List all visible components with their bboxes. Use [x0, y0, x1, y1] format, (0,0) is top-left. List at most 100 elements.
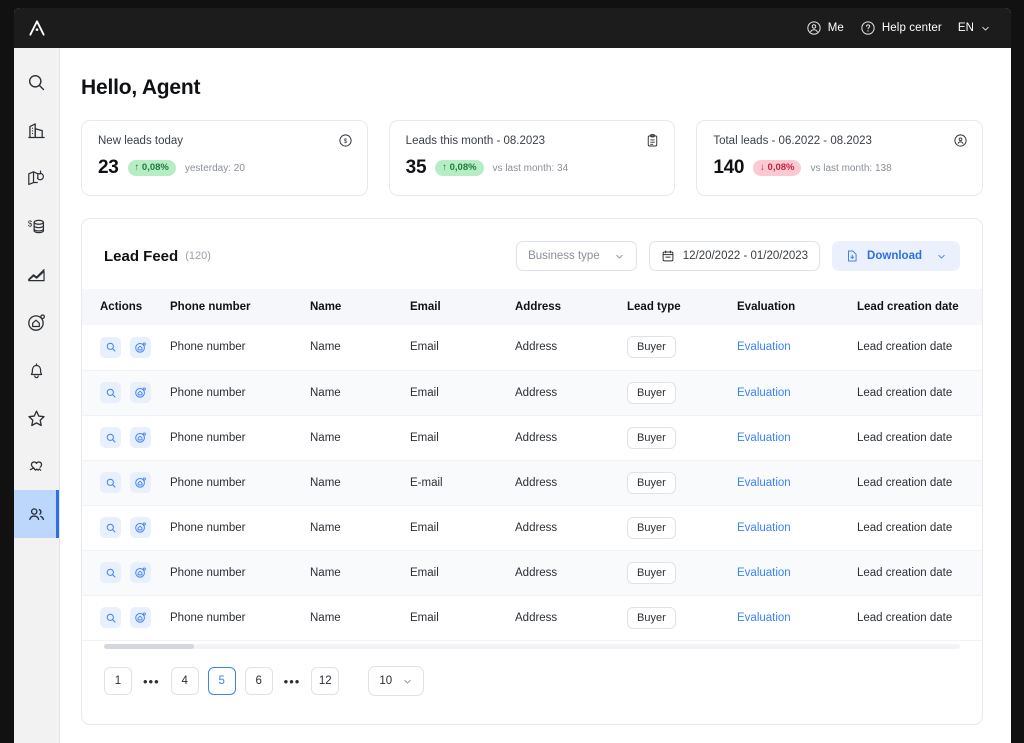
row-property-icon[interactable] — [130, 382, 151, 403]
download-button[interactable]: Download — [832, 241, 960, 271]
star-icon — [26, 408, 47, 429]
evaluation-link[interactable]: Evaluation — [737, 477, 791, 489]
table-row[interactable]: Phone numberNameEmailAddressBuyerEvaluat… — [82, 505, 983, 550]
row-action-group — [100, 337, 170, 358]
page-size-select[interactable]: 10 — [368, 666, 424, 696]
row-view-icon[interactable] — [100, 517, 121, 538]
chevron-down-icon — [980, 23, 991, 34]
app-screen: Me Help center EN — [14, 8, 1011, 743]
cell-created-date: Lead creation date — [857, 460, 983, 505]
file-download-icon — [845, 249, 859, 263]
sidebar-item-deals[interactable] — [14, 442, 59, 490]
sidebar-item-properties[interactable] — [14, 298, 59, 346]
column-header-name: Name — [310, 289, 410, 325]
lead-feed-controls: Business type — [516, 241, 960, 271]
table-row[interactable]: Phone numberNameEmailAddressBuyerEvaluat… — [82, 415, 983, 460]
row-view-icon[interactable] — [100, 607, 121, 628]
row-property-icon[interactable] — [130, 337, 151, 358]
lead-feed-title: Lead Feed — [104, 248, 178, 265]
cell-address: Address — [515, 325, 627, 370]
stat-card-title: New leads today — [98, 135, 351, 147]
stat-card-leads-this-month: Leads this month - 08.2023 35 ↑ 0,08% vs… — [389, 120, 676, 196]
row-view-icon[interactable] — [100, 427, 121, 448]
language-label: EN — [958, 22, 974, 34]
row-view-icon[interactable] — [100, 562, 121, 583]
row-view-icon[interactable] — [100, 337, 121, 358]
calendar-icon — [661, 249, 675, 263]
lead-type-badge: Buyer — [627, 427, 676, 449]
sidebar-item-search[interactable] — [14, 58, 59, 106]
cell-lead-type: Buyer — [627, 505, 737, 550]
table-row[interactable]: Phone numberNameE-mailAddressBuyerEvalua… — [82, 460, 983, 505]
chevron-down-icon — [402, 676, 413, 687]
table-head: Actions Phone number Name Email Address … — [82, 289, 983, 325]
page-title: Hello, Agent — [81, 76, 1011, 100]
pagination-page-6[interactable]: 6 — [245, 667, 273, 695]
home-circle-icon — [26, 312, 47, 333]
evaluation-link[interactable]: Evaluation — [737, 522, 791, 534]
sidebar-item-buildings[interactable] — [14, 106, 59, 154]
column-header-created: Lead creation date — [857, 289, 983, 325]
table-row[interactable]: Phone numberNameEmailAddressBuyerEvaluat… — [82, 325, 983, 370]
cell-name: Name — [310, 550, 410, 595]
clipboard-icon — [645, 133, 660, 148]
row-property-icon[interactable] — [130, 517, 151, 538]
lead-type-badge: Buyer — [627, 472, 676, 494]
lead-type-badge: Buyer — [627, 336, 676, 358]
row-property-icon[interactable] — [130, 427, 151, 448]
pagination: 1•••456•••1210 — [104, 666, 424, 696]
evaluation-link[interactable]: Evaluation — [737, 432, 791, 444]
horizontal-scrollbar[interactable] — [104, 644, 960, 649]
lead-type-badge: Buyer — [627, 382, 676, 404]
sidebar-item-favorites[interactable] — [14, 394, 59, 442]
pagination-page-12[interactable]: 12 — [311, 667, 339, 695]
cell-evaluation: Evaluation — [737, 325, 857, 370]
table-row[interactable]: Phone numberNameEmailAddressBuyerEvaluat… — [82, 370, 983, 415]
evaluation-link[interactable]: Evaluation — [737, 341, 791, 353]
sidebar-item-map[interactable] — [14, 154, 59, 202]
evaluation-link[interactable]: Evaluation — [737, 612, 791, 624]
table-row[interactable]: Phone numberNameEmailAddressBuyerEvaluat… — [82, 550, 983, 595]
sidebar-item-analytics[interactable] — [14, 250, 59, 298]
cell-email: Email — [410, 415, 515, 460]
row-property-icon[interactable] — [130, 562, 151, 583]
sidebar-item-finance[interactable]: $ — [14, 202, 59, 250]
logo-a-icon[interactable] — [14, 18, 60, 38]
lead-feed-table-wrap: Actions Phone number Name Email Address … — [82, 289, 982, 641]
evaluation-link[interactable]: Evaluation — [737, 567, 791, 579]
cell-actions — [82, 460, 170, 505]
sidebar-item-notifications[interactable] — [14, 346, 59, 394]
cell-evaluation: Evaluation — [737, 595, 857, 640]
svg-text:$: $ — [343, 138, 347, 145]
cell-lead-type: Buyer — [627, 370, 737, 415]
dollar-circle-icon: $ — [338, 133, 353, 148]
account-menu[interactable]: Me — [806, 20, 844, 36]
cell-phone: Phone number — [170, 415, 310, 460]
cell-actions — [82, 505, 170, 550]
row-view-icon[interactable] — [100, 382, 121, 403]
lead-feed-header: Lead Feed (120) Business type — [82, 219, 982, 271]
table-row[interactable]: Phone numberNameEmailAddressBuyerEvaluat… — [82, 595, 983, 640]
sidebar-nav: $ — [14, 48, 60, 743]
cell-phone: Phone number — [170, 595, 310, 640]
cell-evaluation: Evaluation — [737, 505, 857, 550]
evaluation-link[interactable]: Evaluation — [737, 387, 791, 399]
bell-icon — [26, 360, 47, 381]
business-type-select[interactable]: Business type — [516, 241, 637, 271]
pagination-page-4[interactable]: 4 — [171, 667, 199, 695]
cell-email: E-mail — [410, 460, 515, 505]
row-property-icon[interactable] — [130, 607, 151, 628]
date-range-picker[interactable]: 12/20/2022 - 01/20/2023 — [649, 241, 820, 271]
row-property-icon[interactable] — [130, 472, 151, 493]
help-center-link[interactable]: Help center — [860, 20, 942, 36]
pagination-page-5[interactable]: 5 — [208, 667, 236, 695]
language-selector[interactable]: EN — [958, 22, 991, 34]
sidebar-item-leads[interactable] — [14, 490, 59, 538]
row-view-icon[interactable] — [100, 472, 121, 493]
scrollbar-thumb[interactable] — [104, 644, 194, 649]
stat-card-title: Leads this month - 08.2023 — [406, 135, 659, 147]
building-icon — [26, 120, 47, 141]
pagination-page-1[interactable]: 1 — [104, 667, 132, 695]
row-action-group — [100, 427, 170, 448]
stat-card-delta: ↑ 0,08% — [435, 160, 483, 176]
